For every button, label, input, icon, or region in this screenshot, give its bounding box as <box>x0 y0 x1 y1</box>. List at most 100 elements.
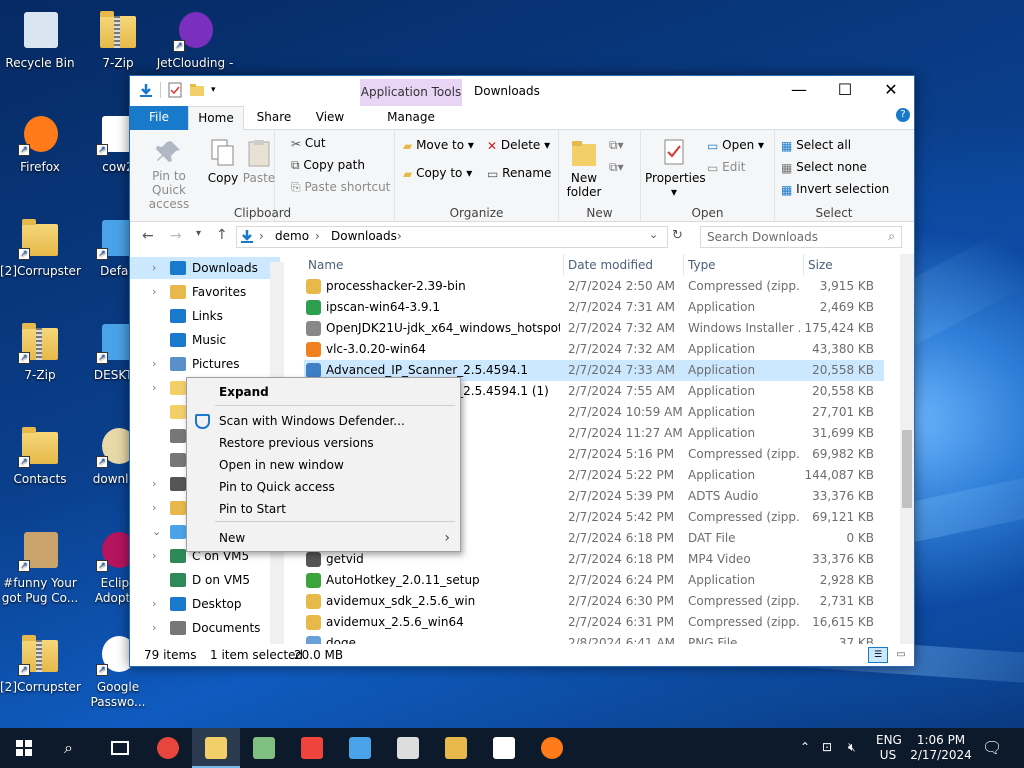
sidebar-item-favorites[interactable]: › Favorites <box>130 281 280 303</box>
tab-home[interactable]: Home <box>188 106 244 130</box>
properties-icon[interactable] <box>167 82 183 98</box>
tab-view[interactable]: View <box>302 106 358 130</box>
table-row[interactable]: avidemux_2.5.6_win64 2/7/2024 6:31 PM Comp… <box>304 612 884 633</box>
close-button[interactable]: ✕ <box>868 76 914 106</box>
tab-manage[interactable]: Manage <box>360 106 462 130</box>
column-name[interactable]: Name <box>308 258 343 272</box>
easy-access-button[interactable]: ⧉▾ <box>609 160 624 175</box>
chevron-right-icon[interactable]: › <box>152 617 156 639</box>
windows-start-icon[interactable] <box>0 728 48 768</box>
chevron-right-icon[interactable]: › <box>152 593 156 615</box>
recent-locations-icon[interactable]: ▾ <box>196 228 201 239</box>
forward-arrow-icon[interactable]: → <box>170 228 182 244</box>
chevron-down-icon[interactable]: ⌄ <box>152 521 161 543</box>
chevron-right-icon[interactable]: › <box>152 281 156 303</box>
copy-button[interactable]: Copy <box>206 138 240 185</box>
firefox-icon[interactable] <box>528 728 576 768</box>
table-row[interactable]: ipscan-win64-3.9.1 2/7/2024 7:31 AM Applic… <box>304 297 884 318</box>
chevron-right-icon[interactable]: › <box>152 545 156 567</box>
chevron-right-icon[interactable]: › <box>152 377 156 399</box>
select-all-button[interactable]: ▦ Select all <box>781 138 851 153</box>
fileshare-icon[interactable] <box>432 728 480 768</box>
scrollbar-thumb[interactable] <box>902 430 912 508</box>
breadcrumb-demo[interactable]: demo <box>275 229 309 243</box>
tab-file[interactable]: File <box>130 106 188 130</box>
paste-button[interactable]: Paste <box>242 138 276 185</box>
chevron-right-icon[interactable]: › <box>152 497 156 519</box>
file-list-scrollbar[interactable] <box>900 254 914 644</box>
new-item-button[interactable]: ⧉▾ <box>609 138 624 153</box>
context-menu-item[interactable]: Pin to Quick access <box>187 476 460 498</box>
chevron-right-icon[interactable]: › <box>152 257 156 279</box>
clock[interactable]: 1:06 PM 2/17/2024 <box>910 733 972 763</box>
tab-share[interactable]: Share <box>246 106 302 130</box>
chevron-right-icon[interactable]: › <box>152 473 156 495</box>
chevron-right-icon[interactable]: › <box>152 353 156 375</box>
edit-button[interactable]: ▭ Edit <box>707 160 745 175</box>
task-view-icon[interactable] <box>96 728 144 768</box>
maximize-button[interactable]: ☐ <box>822 76 868 106</box>
sidebar-item-music[interactable]: Music <box>130 329 280 351</box>
sidebar-item-desktop[interactable]: › Desktop <box>130 593 280 615</box>
desktop-icon[interactable]: ↗ Firefox <box>0 112 80 175</box>
move-to-button[interactable]: ▰ Move to ▾ <box>403 138 474 153</box>
input-language[interactable]: ENG US <box>876 733 902 763</box>
column-date-modified[interactable]: Date modified <box>568 258 653 272</box>
context-menu-item[interactable]: Open in new window <box>187 454 460 476</box>
desktop-icon[interactable]: ↗ Contacts <box>0 424 80 487</box>
address-dropdown-icon[interactable]: ⌄ <box>649 228 658 241</box>
context-menu-item[interactable]: New › <box>187 527 460 549</box>
cut-button[interactable]: ✂ Cut <box>291 136 326 151</box>
chevron-down-icon[interactable]: ▾ <box>211 82 219 98</box>
context-menu-item[interactable]: Expand <box>187 381 460 403</box>
desktop-icon[interactable]: ↗ JetClouding - <box>155 8 235 71</box>
properties-button[interactable]: Properties ▾ <box>645 138 706 199</box>
help-icon[interactable]: ? <box>896 108 910 122</box>
file-explorer-icon[interactable] <box>192 728 240 768</box>
copy-path-button[interactable]: ⧉ Copy path <box>291 158 365 173</box>
up-arrow-icon[interactable]: ↑ <box>216 227 228 243</box>
context-menu-item[interactable]: Scan with Windows Defender... <box>187 410 460 432</box>
open-button[interactable]: ▭ Open ▾ <box>707 138 764 153</box>
show-hidden-icons-icon[interactable]: ⌃ <box>800 740 810 754</box>
address-field[interactable]: › demo › Downloads › ⌄ <box>236 226 668 248</box>
copy-to-button[interactable]: ▰ Copy to ▾ <box>403 166 472 181</box>
chrome-icon[interactable] <box>144 728 192 768</box>
notification-icon[interactable]: 🗨︎ <box>982 738 1002 757</box>
sidebar-item-links[interactable]: Links <box>130 305 280 327</box>
sidebar-item-documents[interactable]: › Documents <box>130 617 280 639</box>
video-editor-icon[interactable] <box>384 728 432 768</box>
back-arrow-icon[interactable]: ← <box>142 228 154 244</box>
vim-icon[interactable] <box>480 728 528 768</box>
table-row[interactable]: vlc-3.0.20-win64 2/7/2024 7:32 AM Applicat… <box>304 339 884 360</box>
new-folder-button[interactable]: New folder <box>563 138 605 199</box>
desktop-icon[interactable]: ↗ [2]Corrupster <box>0 632 81 695</box>
delete-button[interactable]: ✕ Delete ▾ <box>487 138 550 153</box>
table-row[interactable]: OpenJDK21U-jdk_x64_windows_hotspot_... 2/… <box>304 318 884 339</box>
table-row[interactable]: AutoHotkey_2.0.11_setup 2/7/2024 6:24 PM A… <box>304 570 884 591</box>
anydesk-icon[interactable] <box>288 728 336 768</box>
pin-to-quick-access-button[interactable]: Pin to Quick access <box>136 138 202 211</box>
details-view-icon[interactable]: ☰ <box>868 647 888 663</box>
table-row[interactable]: avidemux_sdk_2.5.6_win 2/7/2024 6:30 PM Co… <box>304 591 884 612</box>
volume-muted-icon[interactable]: 🔇︎ <box>848 740 856 755</box>
refresh-icon[interactable]: ↻ <box>672 228 683 243</box>
downloads-arrow-icon[interactable] <box>138 82 154 98</box>
column-size[interactable]: Size <box>808 258 833 272</box>
desktop-icon[interactable]: ↗ 7-Zip <box>0 320 80 383</box>
sidebar-item-downloads[interactable]: › Downloads <box>130 257 280 279</box>
table-row[interactable]: doge 2/8/2024 6:41 AM PNG File 37 KB <box>304 633 884 644</box>
network-tray-icon[interactable]: ⊡ <box>822 740 832 754</box>
sidebar-item-pictures[interactable]: › Pictures <box>130 353 280 375</box>
remote-desktop-icon[interactable] <box>336 728 384 768</box>
paste-shortcut-button[interactable]: ⎘ Paste shortcut <box>291 180 390 195</box>
desktop-icon[interactable]: Recycle Bin <box>0 8 80 71</box>
large-icons-view-icon[interactable]: ▭ <box>892 647 910 663</box>
search-input[interactable]: Search Downloads ⌕ <box>700 226 902 248</box>
desktop-icon[interactable]: 7-Zip <box>78 8 158 71</box>
desktop-icon[interactable]: ↗ [2]Corrupster <box>0 216 81 279</box>
rename-button[interactable]: ▭ Rename <box>487 166 551 181</box>
new-folder-icon[interactable] <box>189 82 205 98</box>
select-none-button[interactable]: ▦ Select none <box>781 160 867 175</box>
sidebar-item-d-on-vm5[interactable]: D on VM5 <box>130 569 280 591</box>
